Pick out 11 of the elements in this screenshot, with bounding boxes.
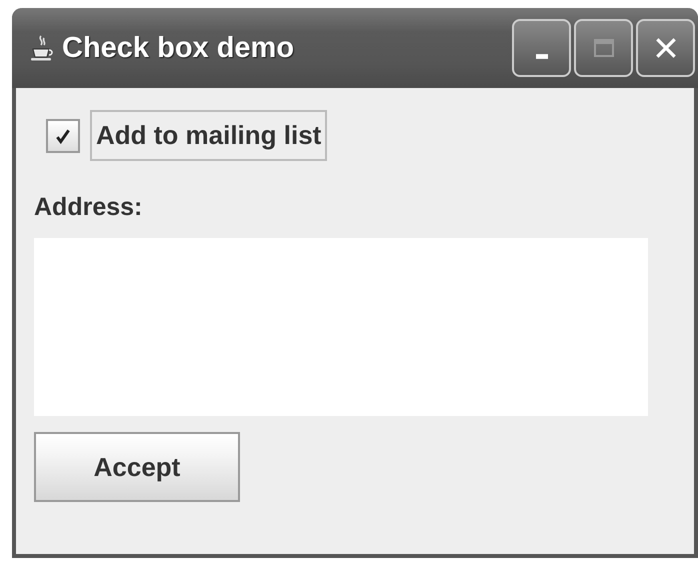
accept-button[interactable]: Accept [34,432,240,502]
maximize-button[interactable] [574,19,633,77]
close-button[interactable] [636,19,695,77]
minimize-icon [536,54,548,58]
checkbox-label[interactable]: Add to mailing list [90,110,328,161]
maximize-icon [592,36,616,60]
window-title: Check box demo [62,32,296,64]
address-label: Address: [34,193,144,222]
minimize-button[interactable] [512,19,571,77]
coffee-cup-icon [30,34,54,62]
checkbox[interactable] [46,118,80,152]
